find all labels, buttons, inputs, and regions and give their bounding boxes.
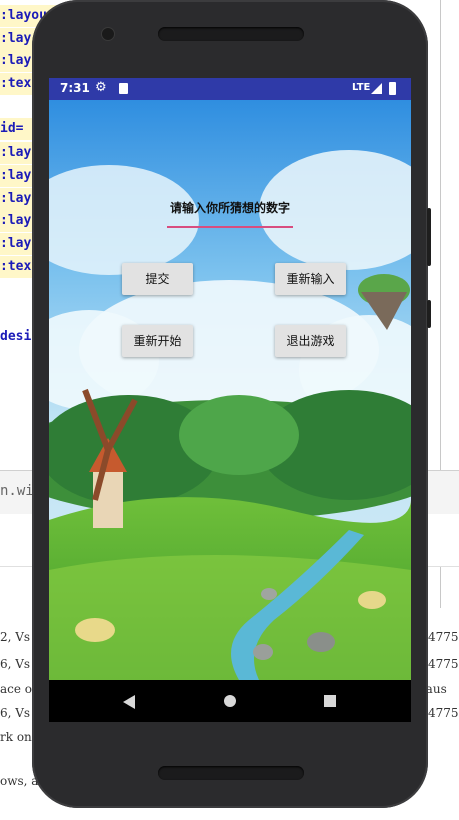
recents-icon[interactable] <box>324 695 336 707</box>
log-line-right: 4775 <box>428 657 459 671</box>
log-line-right: 4775 <box>428 630 459 644</box>
background-illustration <box>49 100 411 680</box>
log-line: 6, Vs <box>0 657 31 671</box>
front-camera <box>101 27 115 41</box>
gear-icon: ⚙ <box>95 80 107 95</box>
signal-icon <box>371 83 382 94</box>
log-line: 6, Vs <box>0 706 31 720</box>
submit-button[interactable]: 提交 <box>122 263 193 295</box>
code-line: desi <box>0 329 32 344</box>
exit-game-button[interactable]: 退出游戏 <box>275 325 346 357</box>
device-screen: 7:31 ⚙ LTE 请输入你所猜想的数字 提交 重新输入 重新开始 退出游戏 <box>49 78 411 722</box>
top-speaker <box>158 27 304 41</box>
status-time: 7:31 <box>60 81 90 95</box>
navigation-bar <box>49 680 411 722</box>
volume-button[interactable] <box>427 208 431 266</box>
back-icon[interactable] <box>123 695 135 709</box>
network-type: LTE <box>352 82 371 93</box>
home-icon[interactable] <box>224 695 236 707</box>
sd-card-icon <box>119 83 128 94</box>
reinput-button[interactable]: 重新输入 <box>275 263 346 295</box>
log-line: ace o <box>0 682 33 696</box>
power-button[interactable] <box>427 300 431 328</box>
log-line: 2, Vs <box>0 630 31 644</box>
log-line: ows, a <box>0 774 39 788</box>
guess-input[interactable]: 请输入你所猜想的数字 <box>167 200 293 228</box>
bottom-speaker <box>158 766 304 780</box>
status-bar: 7:31 ⚙ LTE <box>49 78 411 100</box>
log-line-right: 4775 <box>428 706 459 720</box>
log-line: rk on <box>0 730 32 744</box>
battery-icon <box>389 82 396 95</box>
restart-button[interactable]: 重新开始 <box>122 325 193 357</box>
